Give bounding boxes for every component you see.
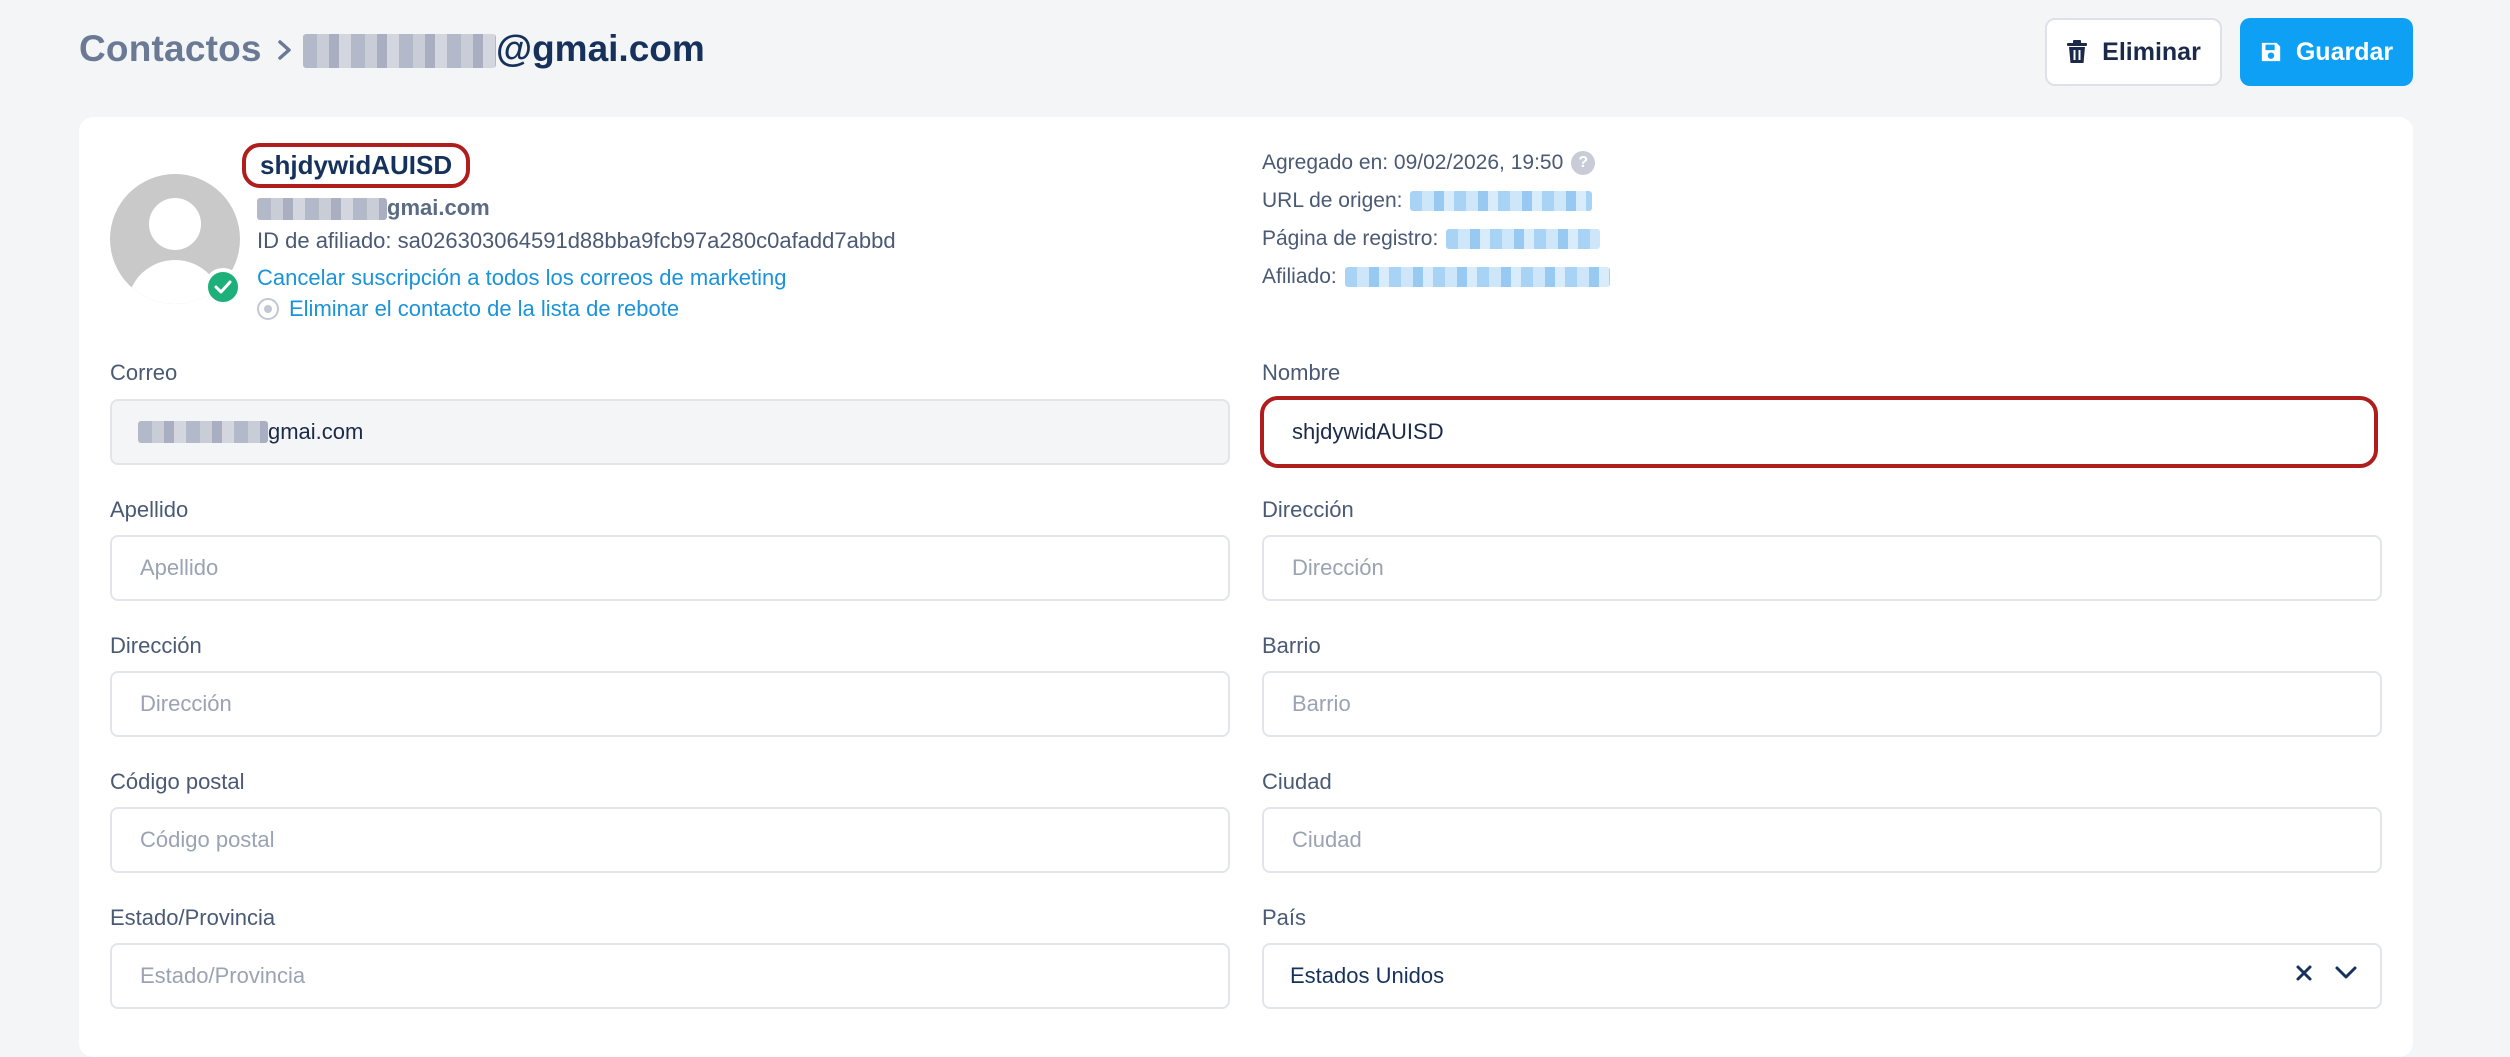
address2-field[interactable] [110, 671, 1230, 737]
redacted-origin-url [1410, 191, 1593, 211]
address2-input[interactable] [138, 690, 1228, 718]
save-button-label: Guardar [2295, 37, 2394, 66]
signup-page: Página de registro: [1262, 227, 1601, 251]
contact-email: gmai.com [257, 195, 490, 221]
city-input[interactable] [1290, 826, 2380, 854]
chevron-right-icon [278, 40, 291, 60]
state-field[interactable] [110, 943, 1230, 1009]
neighborhood-input[interactable] [1290, 690, 2380, 718]
neighborhood-label: Barrio [1262, 633, 1321, 658]
last-name-field[interactable] [110, 535, 1230, 601]
save-button[interactable]: Guardar [2240, 18, 2413, 86]
last-name-input[interactable] [138, 554, 1228, 582]
country-select-value: Estados Unidos [1290, 963, 1445, 988]
address-label: Dirección [1262, 497, 1354, 522]
affiliate: Afiliado: [1262, 265, 1610, 289]
redacted-email-prefix [303, 34, 496, 69]
redacted-email-prefix [257, 198, 387, 221]
city-label: Ciudad [1262, 769, 1332, 794]
state-label: Estado/Provincia [110, 905, 276, 930]
first-name-field[interactable] [1260, 396, 2378, 468]
origin-url: URL de origen: [1262, 189, 1593, 213]
delete-button[interactable]: Eliminar [2045, 18, 2222, 86]
remove-bounce-link[interactable]: Eliminar el contacto de la lista de rebo… [257, 296, 679, 322]
postal-code-label: Código postal [110, 769, 245, 794]
trash-icon [2067, 40, 2088, 63]
floppy-disk-icon [2261, 42, 2281, 62]
address2-label: Dirección [110, 633, 202, 658]
first-name-input[interactable] [1290, 418, 2374, 446]
delete-button-label: Eliminar [2102, 37, 2201, 66]
affiliate-id: ID de afiliado: sa026303064591d88bba9fcb… [257, 228, 896, 253]
last-name-label: Apellido [110, 497, 189, 522]
country-label: País [1262, 905, 1307, 930]
state-input[interactable] [138, 962, 1228, 990]
chevron-down-icon[interactable] [2334, 965, 2358, 981]
email-field[interactable]: gmai.com [110, 399, 1230, 465]
city-field[interactable] [1262, 807, 2382, 873]
address-field[interactable] [1262, 535, 2382, 601]
postal-code-field[interactable] [110, 807, 1230, 873]
contact-name-title: shjdywidAUISD [242, 143, 471, 188]
redacted-email-prefix [138, 421, 268, 443]
help-icon[interactable]: ? [1571, 151, 1596, 175]
unsubscribe-all-link[interactable]: Cancelar suscripción a todos los correos… [257, 265, 786, 291]
breadcrumb-current: @gmai.com [303, 28, 705, 70]
verified-check-icon [204, 268, 242, 306]
clear-x-icon[interactable] [2294, 963, 2314, 983]
breadcrumb-contacts-link[interactable]: Contactos [79, 28, 262, 70]
page-header: Contactos @gmai.com Eliminar Guardar [0, 0, 2510, 105]
contact-card: shjdywidAUISD gmai.com ID de afiliado: s… [79, 117, 2413, 1057]
redacted-affiliate [1344, 267, 1610, 287]
neighborhood-field[interactable] [1262, 671, 2382, 737]
redacted-signup-page [1446, 229, 1601, 249]
email-label: Correo [110, 360, 178, 385]
address-input[interactable] [1290, 554, 2380, 582]
added-on: Agregado en: 09/02/2026, 19:50 ? [1262, 151, 1596, 175]
remove-bounce-label: Eliminar el contacto de la lista de rebo… [289, 296, 680, 321]
postal-code-input[interactable] [138, 826, 1228, 854]
country-select[interactable]: Estados Unidos [1262, 943, 2382, 1009]
radio-icon [257, 298, 279, 320]
first-name-label: Nombre [1262, 360, 1341, 385]
